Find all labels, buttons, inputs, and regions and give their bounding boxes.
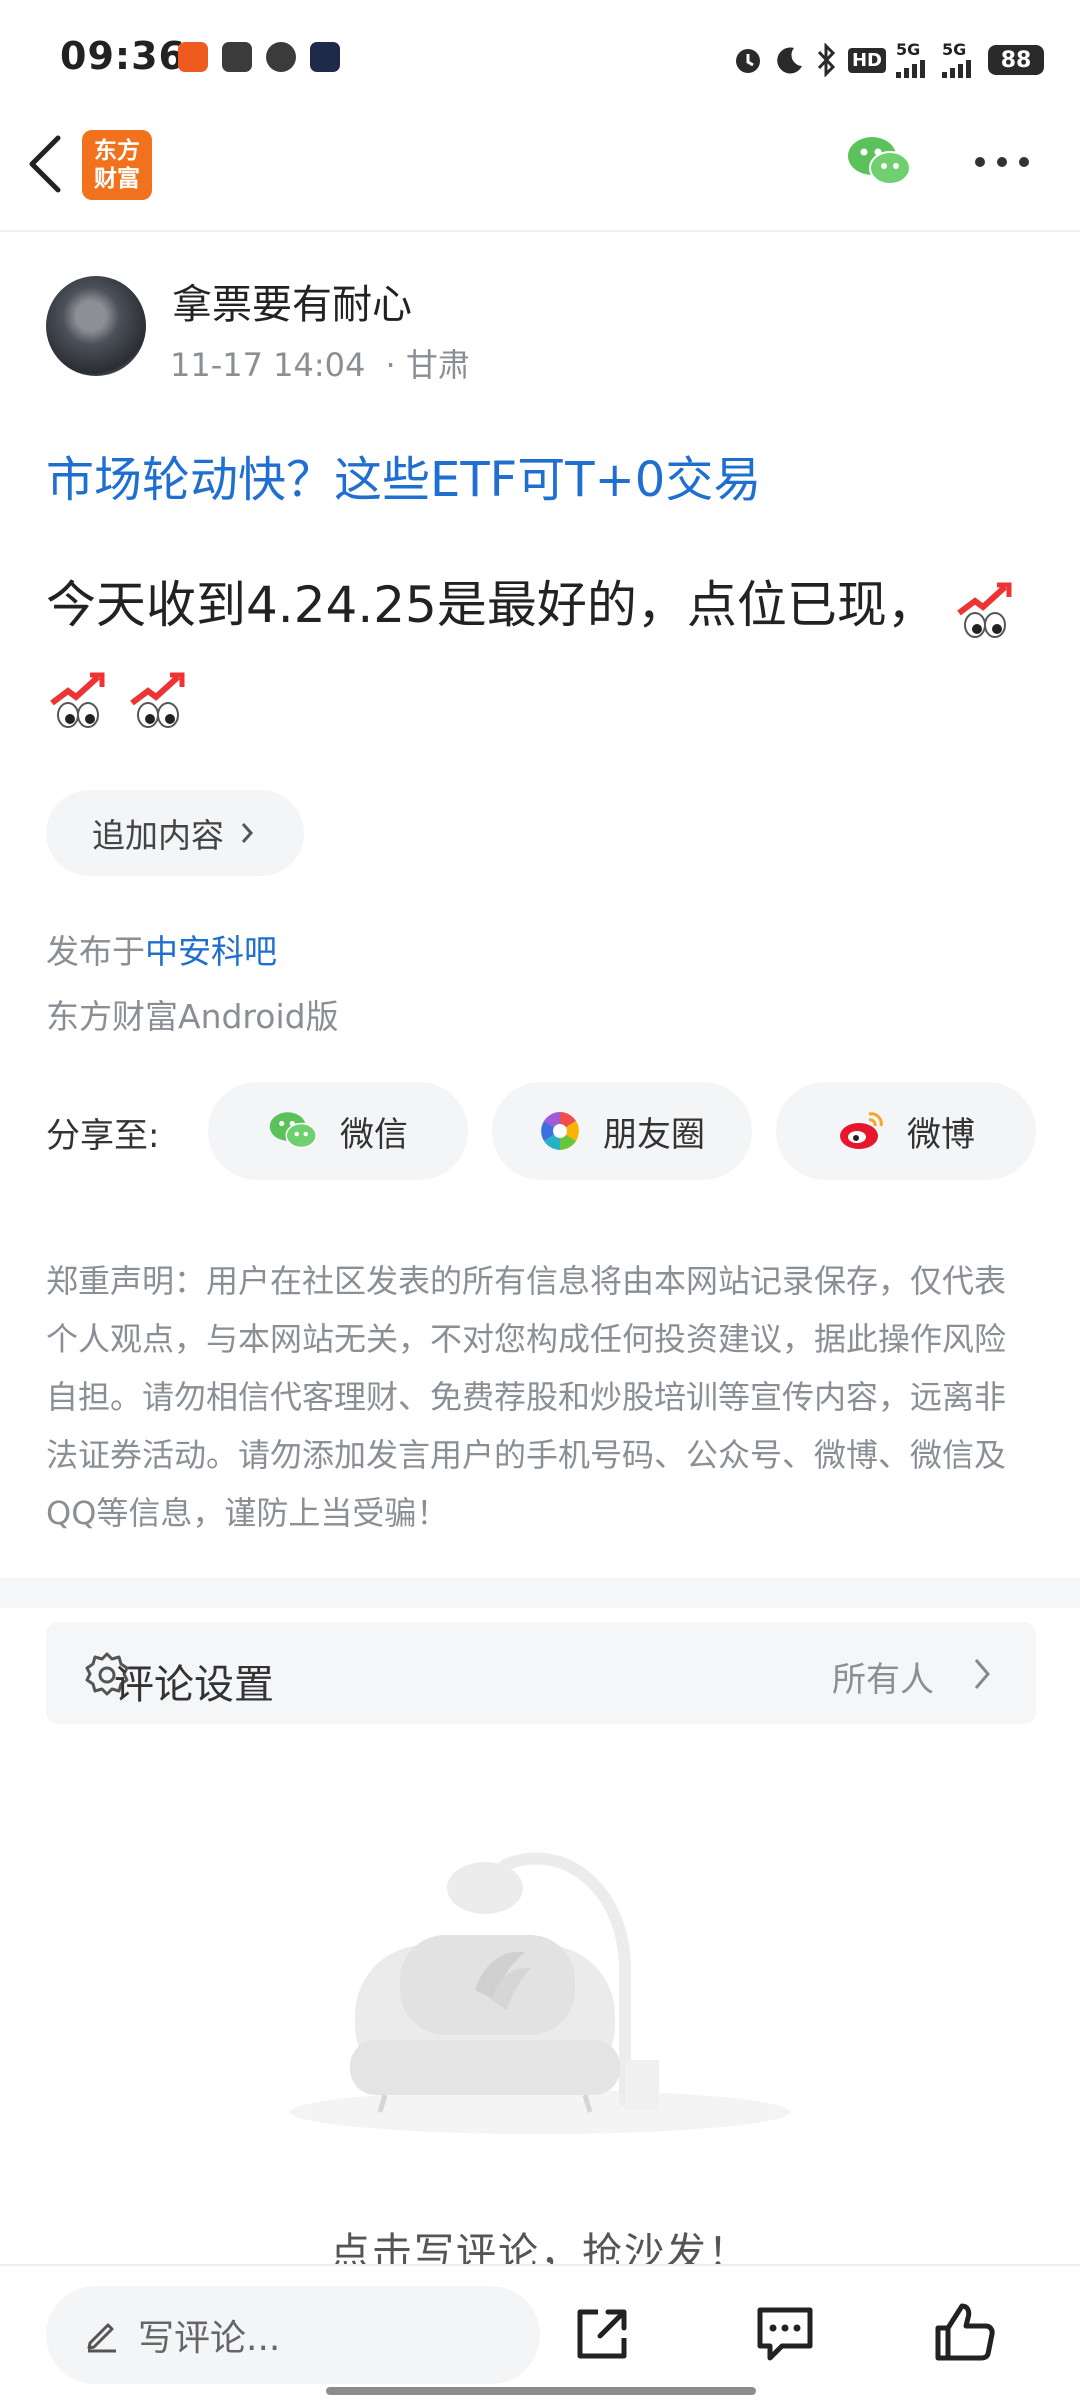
system-icons: HD 5G 5G 88 [732, 40, 1044, 80]
comment-icon[interactable] [752, 2300, 818, 2366]
forum-link[interactable]: 中安科吧 [145, 932, 277, 971]
share-wechat-button[interactable]: 微信 [208, 1082, 468, 1180]
weibo-icon [840, 1112, 883, 1149]
post-body: 今天收到4.24.25是最好的，点位已现， [46, 560, 1036, 740]
share-moments-button[interactable]: 朋友圈 [492, 1082, 752, 1180]
app-bar [0, 120, 1080, 232]
add-content-label: 追加内容 [92, 816, 224, 855]
status-bar: 09:36 HD 5G 5G 88 [0, 0, 1080, 120]
battery-level: 88 [1000, 47, 1032, 73]
rising-chart-eyes-icon [50, 672, 105, 728]
post-body-text: 今天收到4.24.25是最好的，点位已现， [46, 576, 937, 634]
share-moments-label: 朋友圈 [603, 1114, 705, 1155]
published-in: 发布于中安科吧 [46, 925, 277, 973]
more-icon[interactable] [972, 152, 1032, 172]
post-location: · 甘肃 [385, 346, 470, 384]
comment-settings-value: 所有人 [832, 1660, 934, 1700]
alarm-icon [735, 49, 760, 73]
home-indicator [326, 2387, 756, 2395]
chevron-right-icon [974, 1659, 990, 1689]
comment-input[interactable]: 写评论... [46, 2286, 540, 2384]
avatar[interactable] [46, 276, 146, 376]
share-weibo-label: 微博 [907, 1114, 975, 1155]
client-info: 东方财富Android版 [46, 997, 339, 1036]
network-type-2: 5G [942, 40, 967, 59]
comment-placeholder: 写评论... [138, 2318, 281, 2359]
author-name[interactable]: 拿票要有耐心 [172, 272, 412, 330]
post-title[interactable]: 市场轮动快？这些ETF可T+0交易 [46, 440, 761, 510]
share-icon[interactable] [570, 2302, 634, 2366]
play-app-icon [310, 42, 340, 72]
app-logo[interactable]: 东方 财富 [82, 130, 152, 200]
signal-icon: 5G [896, 42, 932, 78]
like-icon[interactable] [932, 2300, 998, 2366]
comment-settings-label: 评论设置 [114, 1662, 274, 1708]
empty-sofa-illustration [290, 1852, 790, 2134]
bluetooth-icon [817, 43, 836, 77]
hd-label: HD [847, 47, 886, 73]
hd-icon: HD [847, 47, 886, 73]
network-type-1: 5G [896, 40, 921, 59]
logo-text-1: 东方 [94, 138, 140, 164]
rising-chart-eyes-icon [956, 582, 1012, 638]
status-time: 09:36 [60, 34, 186, 78]
chevron-right-icon [241, 823, 254, 843]
wechat-icon[interactable] [846, 134, 912, 190]
section-divider [0, 1578, 1080, 1608]
video-app-icon [222, 42, 252, 72]
wechat-icon [269, 1112, 317, 1149]
logo-text-2: 财富 [94, 166, 140, 192]
add-content-button[interactable]: 追加内容 [46, 790, 304, 876]
battery-icon: 88 [988, 45, 1044, 75]
share-label: 分享至: [46, 1116, 160, 1156]
post-meta: 11-17 14:04 · 甘肃 [170, 340, 470, 386]
link-app-icon [266, 42, 296, 72]
rising-chart-eyes-icon [130, 672, 185, 728]
back-arrow-icon[interactable] [22, 132, 68, 196]
moments-icon [541, 1112, 579, 1150]
share-wechat-label: 微信 [340, 1114, 408, 1155]
post-time: 11-17 14:04 [170, 346, 366, 384]
published-prefix: 发布于 [46, 932, 145, 971]
pencil-icon [87, 2323, 116, 2353]
share-weibo-button[interactable]: 微博 [776, 1082, 1036, 1180]
notification-app-icon [178, 42, 208, 72]
moon-icon [777, 47, 802, 74]
signal-icon: 5G [942, 42, 978, 78]
disclaimer: 郑重声明：用户在社区发表的所有信息将由本网站记录保存，仅代表个人观点，与本网站无… [46, 1262, 1007, 1532]
